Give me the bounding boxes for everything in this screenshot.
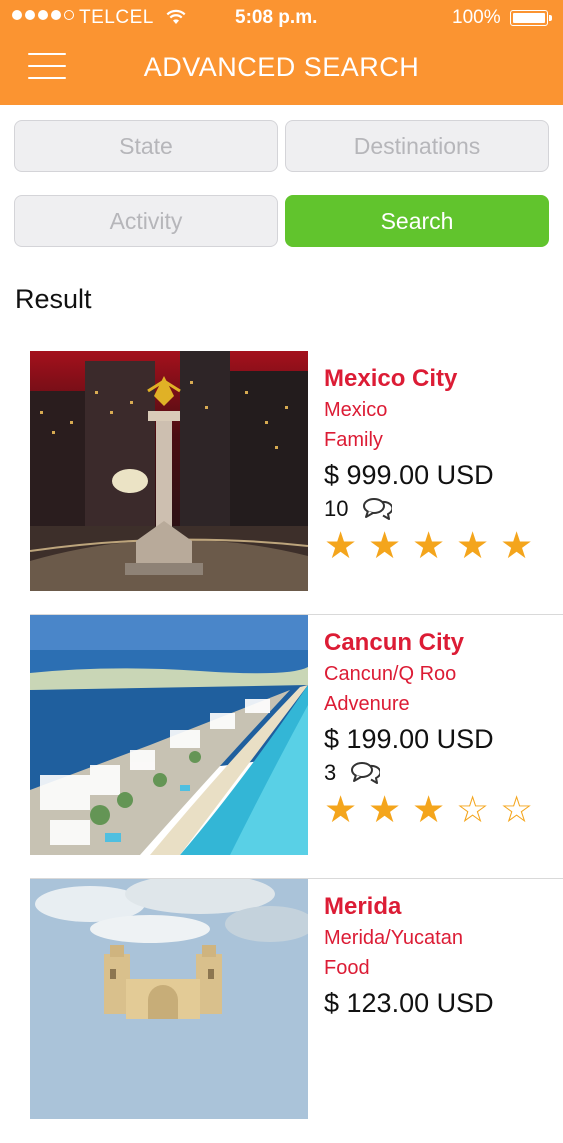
review-count-value: 10: [324, 496, 349, 521]
comments-icon: [351, 762, 381, 784]
star-filled-icon: ★: [368, 789, 402, 830]
star-filled-icon: ★: [324, 789, 358, 830]
result-heading: Result: [15, 284, 92, 314]
clock: 5:08 p.m.: [235, 7, 318, 28]
result-info: Mexico City Mexico Family $ 999.00 USD 1…: [324, 365, 563, 565]
star-filled-icon: ★: [324, 525, 358, 566]
carrier-name: TELCEL: [79, 7, 154, 28]
star-filled-icon: ★: [368, 525, 402, 566]
result-category: Advenure: [324, 693, 410, 715]
result-location: Cancun/Q Roo: [324, 663, 457, 685]
review-count: 10: [324, 493, 563, 525]
review-count: 3: [324, 757, 563, 789]
result-category: Family: [324, 429, 383, 451]
star-filled-icon: ★: [500, 525, 534, 566]
result-info: Cancun City Cancun/Q Roo Advenure $ 199.…: [324, 629, 563, 829]
merida-cathedral-photo: [30, 879, 308, 1119]
activity-select-button[interactable]: Activity: [14, 195, 278, 247]
star-filled-icon: ★: [412, 789, 446, 830]
destinations-select-button[interactable]: Destinations: [285, 120, 549, 172]
result-price: $ 199.00 USD: [324, 724, 494, 754]
wifi-icon: [166, 9, 186, 24]
search-button[interactable]: Search: [285, 195, 549, 247]
page-title: ADVANCED SEARCH: [143, 52, 420, 82]
result-price: $ 999.00 USD: [324, 460, 494, 490]
review-count-value: 3: [324, 760, 337, 785]
result-name: Cancun City: [324, 629, 465, 656]
result-category: Food: [324, 957, 370, 979]
result-price: $ 123.00 USD: [324, 988, 494, 1018]
cancun-hotel-zone-aerial-photo: [30, 615, 308, 855]
star-rating: ★ ★ ★ ☆ ☆: [324, 791, 563, 829]
battery-icon: [510, 10, 552, 26]
star-filled-icon: ★: [456, 525, 490, 566]
result-item-cancun-city[interactable]: Cancun City Cancun/Q Roo Advenure $ 199.…: [0, 615, 563, 879]
state-select-button[interactable]: State: [14, 120, 278, 172]
star-empty-icon: ☆: [456, 789, 490, 830]
result-name: Mexico City: [324, 365, 458, 392]
status-bar: TELCEL 5:08 p.m. 100%: [0, 0, 563, 38]
star-rating: ★ ★ ★ ★ ★: [324, 527, 563, 565]
header-bar: TELCEL 5:08 p.m. 100% ADVANCED SEARCH: [0, 0, 563, 105]
result-location: Merida/Yucatan: [324, 927, 463, 949]
angel-of-independence-photo: [30, 351, 308, 591]
result-location: Mexico: [324, 399, 388, 421]
result-info: Merida Merida/Yucatan Food $ 123.00 USD: [324, 893, 563, 1021]
result-name: Merida: [324, 893, 402, 920]
result-item-merida[interactable]: Merida Merida/Yucatan Food $ 123.00 USD: [0, 879, 563, 1143]
star-empty-icon: ☆: [500, 789, 534, 830]
comments-icon: [363, 498, 393, 520]
signal-strength-icon: [12, 10, 74, 20]
battery-percentage: 100%: [452, 7, 501, 28]
star-filled-icon: ★: [412, 525, 446, 566]
result-item-mexico-city[interactable]: Mexico City Mexico Family $ 999.00 USD 1…: [0, 351, 563, 615]
